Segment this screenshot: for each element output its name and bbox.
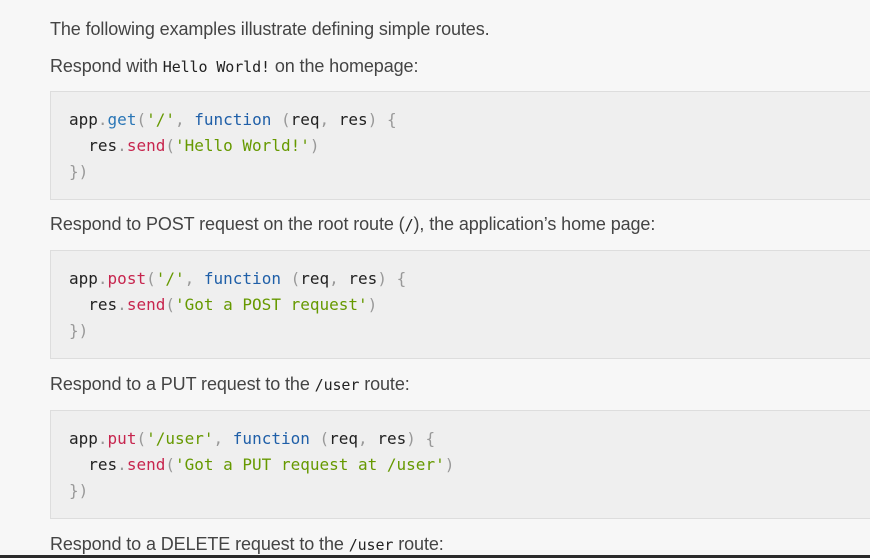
example-4-desc-text-end: route: <box>393 534 444 554</box>
example-3-desc-text-end: route: <box>359 374 410 394</box>
code-string: 'Got a POST request' <box>174 295 368 314</box>
code-method: get <box>107 110 137 129</box>
example-4-description: Respond to a DELETE request to the /user… <box>50 532 444 557</box>
code-object: res <box>88 295 118 314</box>
code-method: send <box>126 136 166 155</box>
example-2-desc-text: Respond to POST request on the root rout… <box>50 214 405 234</box>
example-3-description: Respond to a PUT request to the /user ro… <box>50 372 410 397</box>
example-2-description: Respond to POST request on the root rout… <box>50 212 655 237</box>
code-route-path: '/user' <box>146 429 214 448</box>
code-param: res <box>377 429 407 448</box>
code-method: send <box>126 455 166 474</box>
code-param: req <box>329 429 359 448</box>
example-3-inline-code: /user <box>314 376 360 394</box>
code-route-path: '/' <box>155 269 185 288</box>
code-object: app <box>69 429 98 448</box>
code-object: res <box>88 136 118 155</box>
example-2-desc-text-end: ), the application’s home page: <box>413 214 656 234</box>
code-method: put <box>107 429 137 448</box>
code-param: req <box>290 110 320 129</box>
example-1-description: Respond with Hello World! on the homepag… <box>50 54 418 79</box>
code-object: app <box>69 110 98 129</box>
example-4-desc-text: Respond to a DELETE request to the <box>50 534 349 554</box>
code-param: req <box>300 269 330 288</box>
intro-text: The following examples illustrate defini… <box>50 19 490 39</box>
code-route-path: '/' <box>146 110 175 129</box>
code-keyword: function <box>232 429 310 448</box>
code-method: send <box>126 295 166 314</box>
code-object: app <box>69 269 98 288</box>
example-1-desc-text: Respond with <box>50 56 163 76</box>
code-object: res <box>88 455 118 474</box>
example-3-code-block: app.put('/user', function (req, res) { r… <box>50 410 870 519</box>
example-2-code: app.post('/', function (req, res) { res.… <box>69 269 407 340</box>
example-2-inline-code: / <box>404 216 414 234</box>
code-string: 'Hello World!' <box>174 136 310 155</box>
code-keyword: function <box>203 269 281 288</box>
example-1-code-block: app.get('/', function (req, res) { res.s… <box>50 91 870 200</box>
example-1-desc-text-end: on the homepage: <box>269 56 419 76</box>
example-3-desc-text: Respond to a PUT request to the <box>50 374 315 394</box>
example-3-code: app.put('/user', function (req, res) { r… <box>69 429 455 500</box>
example-1-inline-code: Hello World! <box>162 58 270 76</box>
example-4-inline-code: /user <box>348 536 394 554</box>
code-keyword: function <box>194 110 272 129</box>
code-string: 'Got a PUT request at /user' <box>174 455 445 474</box>
code-param: res <box>338 110 368 129</box>
code-method: post <box>107 269 147 288</box>
example-2-code-block: app.post('/', function (req, res) { res.… <box>50 250 870 359</box>
code-param: res <box>348 269 378 288</box>
example-1-code: app.get('/', function (req, res) { res.s… <box>69 110 397 181</box>
